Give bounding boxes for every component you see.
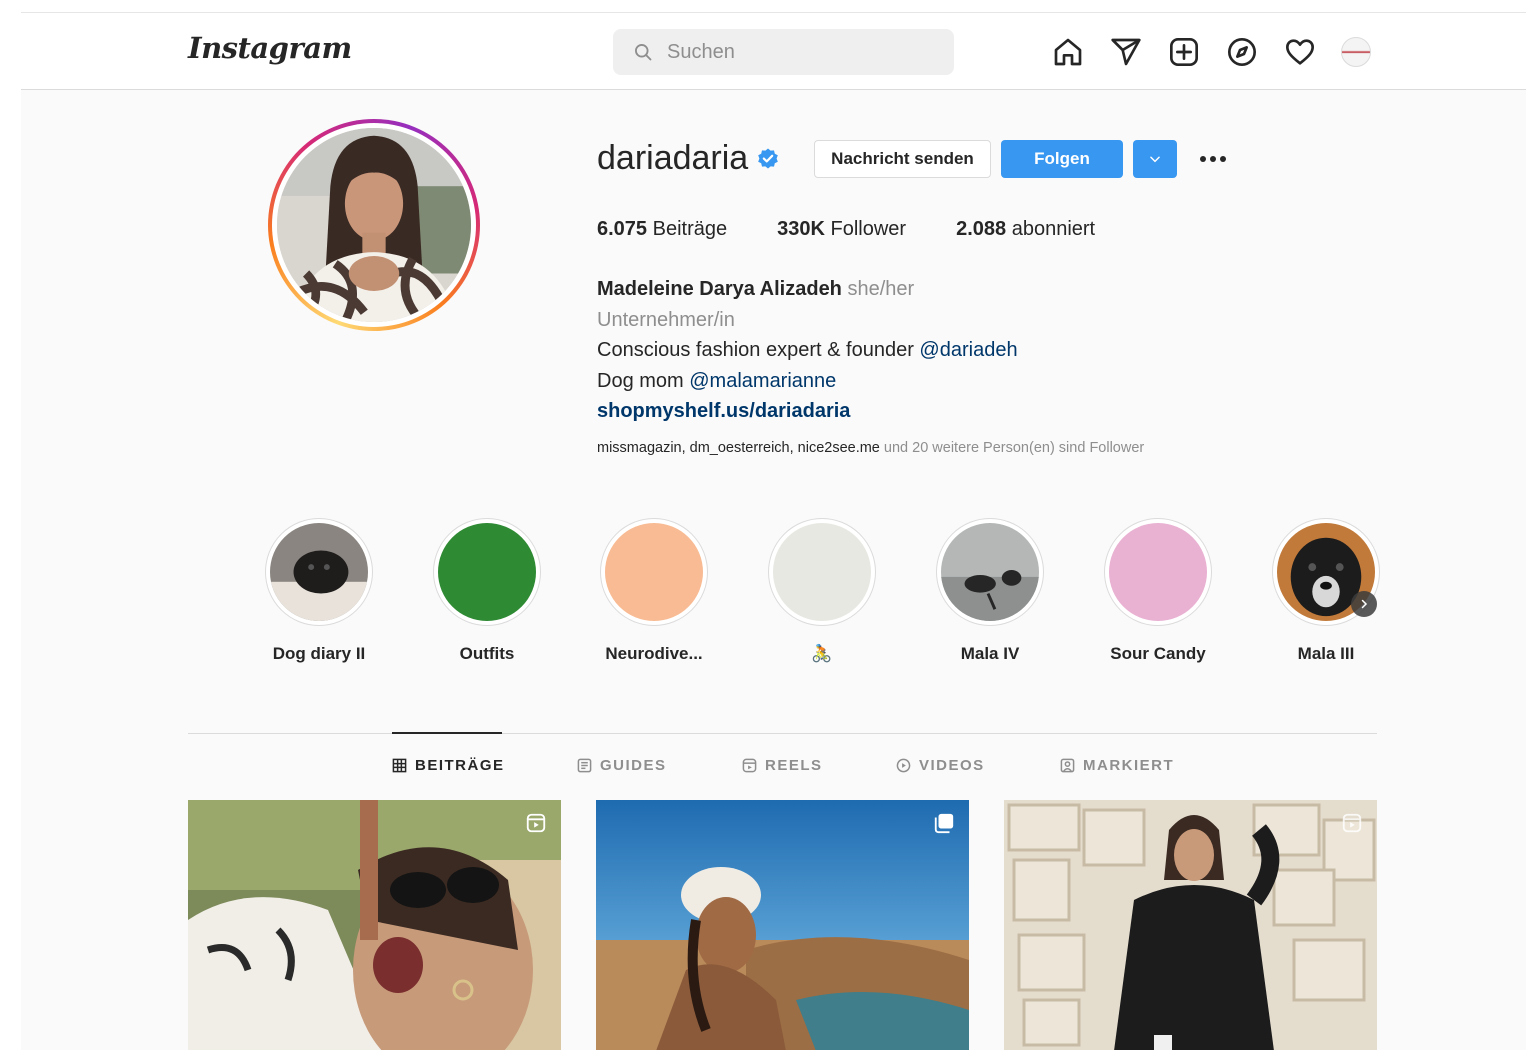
profile-photo-illustration — [277, 128, 471, 322]
following-stat[interactable]: 2.088 abonniert — [956, 218, 1095, 241]
highlight-label: Dog diary II — [272, 644, 366, 663]
verified-badge-icon — [758, 148, 778, 169]
tab-posts[interactable]: BEITRÄGE — [392, 757, 505, 774]
tab-label: BEITRÄGE — [415, 757, 505, 774]
profile-picture[interactable] — [268, 119, 480, 331]
play-circle-icon — [896, 758, 911, 773]
follow-button[interactable]: Folgen — [1001, 140, 1123, 178]
followed-by-suffix: und 20 weitere Person(en) sind Follower — [879, 440, 1145, 456]
ellipsis-icon — [1200, 156, 1226, 162]
search-box[interactable] — [613, 29, 954, 75]
highlight-dog-diary-ii[interactable]: Dog diary II — [254, 518, 384, 664]
tab-label: GUIDES — [600, 757, 667, 774]
chevron-down-icon — [1150, 156, 1160, 163]
tab-tagged[interactable]: MARKIERT — [1060, 757, 1174, 774]
post-thumbnail[interactable] — [1004, 800, 1377, 1050]
new-post-icon[interactable] — [1167, 35, 1201, 69]
highlight-label: 🚴 — [811, 644, 833, 663]
browser-viewport: Instagram Suchen dariadaria Nachricht se… — [21, 12, 1526, 1050]
following-label: abonniert — [1011, 218, 1096, 240]
reels-icon — [742, 758, 757, 773]
grid-icon — [392, 758, 407, 773]
post-image-popsicle — [188, 800, 561, 1050]
guides-icon — [577, 758, 592, 773]
full-name: Madeleine Darya Alizadeh — [597, 278, 842, 300]
tab-videos[interactable]: VIDEOS — [896, 757, 985, 774]
highlight-cycling[interactable]: 🚴 — [757, 518, 887, 664]
tab-label: REELS — [765, 757, 823, 774]
highlight-mala-iv[interactable]: Mala IV — [925, 518, 1055, 664]
highlight-mala-iii[interactable]: Mala III — [1261, 518, 1391, 664]
followers-count: 330K — [777, 218, 825, 240]
tabs-divider — [188, 733, 1377, 734]
highlight-label: Neurodive... — [605, 644, 703, 663]
suggested-accounts-dropdown-button[interactable] — [1133, 140, 1177, 178]
posts-count: 6.075 — [597, 218, 648, 240]
highlight-neurodiversity[interactable]: Neurodive... — [589, 518, 719, 664]
post-image-stone-wall — [1004, 800, 1377, 1050]
followers-stat[interactable]: 330K Follower — [777, 218, 906, 241]
followers-label: Follower — [830, 218, 907, 240]
instagram-logo[interactable]: Instagram — [188, 31, 352, 65]
post-thumbnail[interactable] — [596, 800, 969, 1050]
profile-stats: 6.075 Beiträge 330K Follower 2.088 abonn… — [597, 218, 1145, 241]
tagged-person-icon — [1060, 758, 1075, 773]
posts-stat: 6.075 Beiträge — [597, 218, 727, 241]
highlights-next-button[interactable] — [1351, 591, 1377, 617]
posts-label: Beiträge — [652, 218, 728, 240]
tab-guides[interactable]: GUIDES — [577, 757, 667, 774]
bio-line-1: Conscious fashion expert & founder — [597, 339, 920, 361]
highlight-sour-candy[interactable]: Sour Candy — [1093, 518, 1223, 664]
profile-category: Unternehmer/in — [597, 308, 735, 331]
profile-username: dariadaria — [597, 139, 749, 177]
direct-messages-icon[interactable] — [1109, 35, 1143, 69]
followed-by-names: missmagazin, dm_oesterreich, nice2see.me — [597, 440, 880, 456]
post-image-beach — [596, 800, 969, 1050]
more-options-button[interactable] — [1196, 145, 1230, 173]
home-icon[interactable] — [1051, 35, 1085, 69]
explore-compass-icon[interactable] — [1225, 35, 1259, 69]
highlight-label: Outfits — [459, 644, 515, 663]
highlight-label: Sour Candy — [1110, 644, 1206, 663]
carousel-icon — [934, 813, 954, 834]
profile-avatar-icon[interactable] — [1341, 37, 1371, 67]
activity-heart-icon[interactable] — [1283, 35, 1317, 69]
bio-line-2: Dog mom — [597, 369, 690, 392]
search-input[interactable] — [667, 40, 927, 64]
website-link[interactable]: shopmyshelf.us/dariadaria — [597, 396, 1018, 427]
tab-label: VIDEOS — [919, 757, 985, 774]
highlight-cover-dog-walk — [941, 523, 1039, 621]
active-tab-indicator — [392, 732, 502, 734]
reel-icon — [1342, 813, 1362, 833]
chevron-right-icon — [1361, 599, 1368, 609]
profile-bio: Madeleine Darya Alizadeh she/her Unterne… — [597, 274, 1018, 427]
send-message-button[interactable]: Nachricht senden — [814, 140, 991, 178]
top-navigation-bar: Instagram — [21, 13, 1526, 90]
pronouns: she/her — [847, 278, 915, 300]
followed-by-text[interactable]: missmagazin, dm_oesterreich, nice2see.me… — [597, 440, 1144, 456]
highlight-outfits[interactable]: Outfits — [422, 518, 552, 664]
following-count: 2.088 — [956, 218, 1007, 240]
mention-link-malamarianne[interactable]: @malamarianne — [689, 370, 836, 392]
story-highlights: Dog diary II Outfits Neurodive... 🚴 Mala… — [242, 518, 1402, 678]
post-thumbnail[interactable] — [188, 800, 561, 1050]
tab-reels[interactable]: REELS — [742, 757, 823, 774]
highlight-label: Mala IV — [960, 644, 1020, 663]
highlight-label: Mala III — [1297, 644, 1355, 663]
tab-label: MARKIERT — [1083, 757, 1175, 774]
mention-link-dariadeh[interactable]: @dariadeh — [919, 339, 1017, 361]
reel-icon — [526, 813, 546, 833]
highlight-cover-dog — [270, 523, 368, 621]
search-icon — [635, 44, 652, 61]
nav-icon-group — [1051, 35, 1371, 69]
